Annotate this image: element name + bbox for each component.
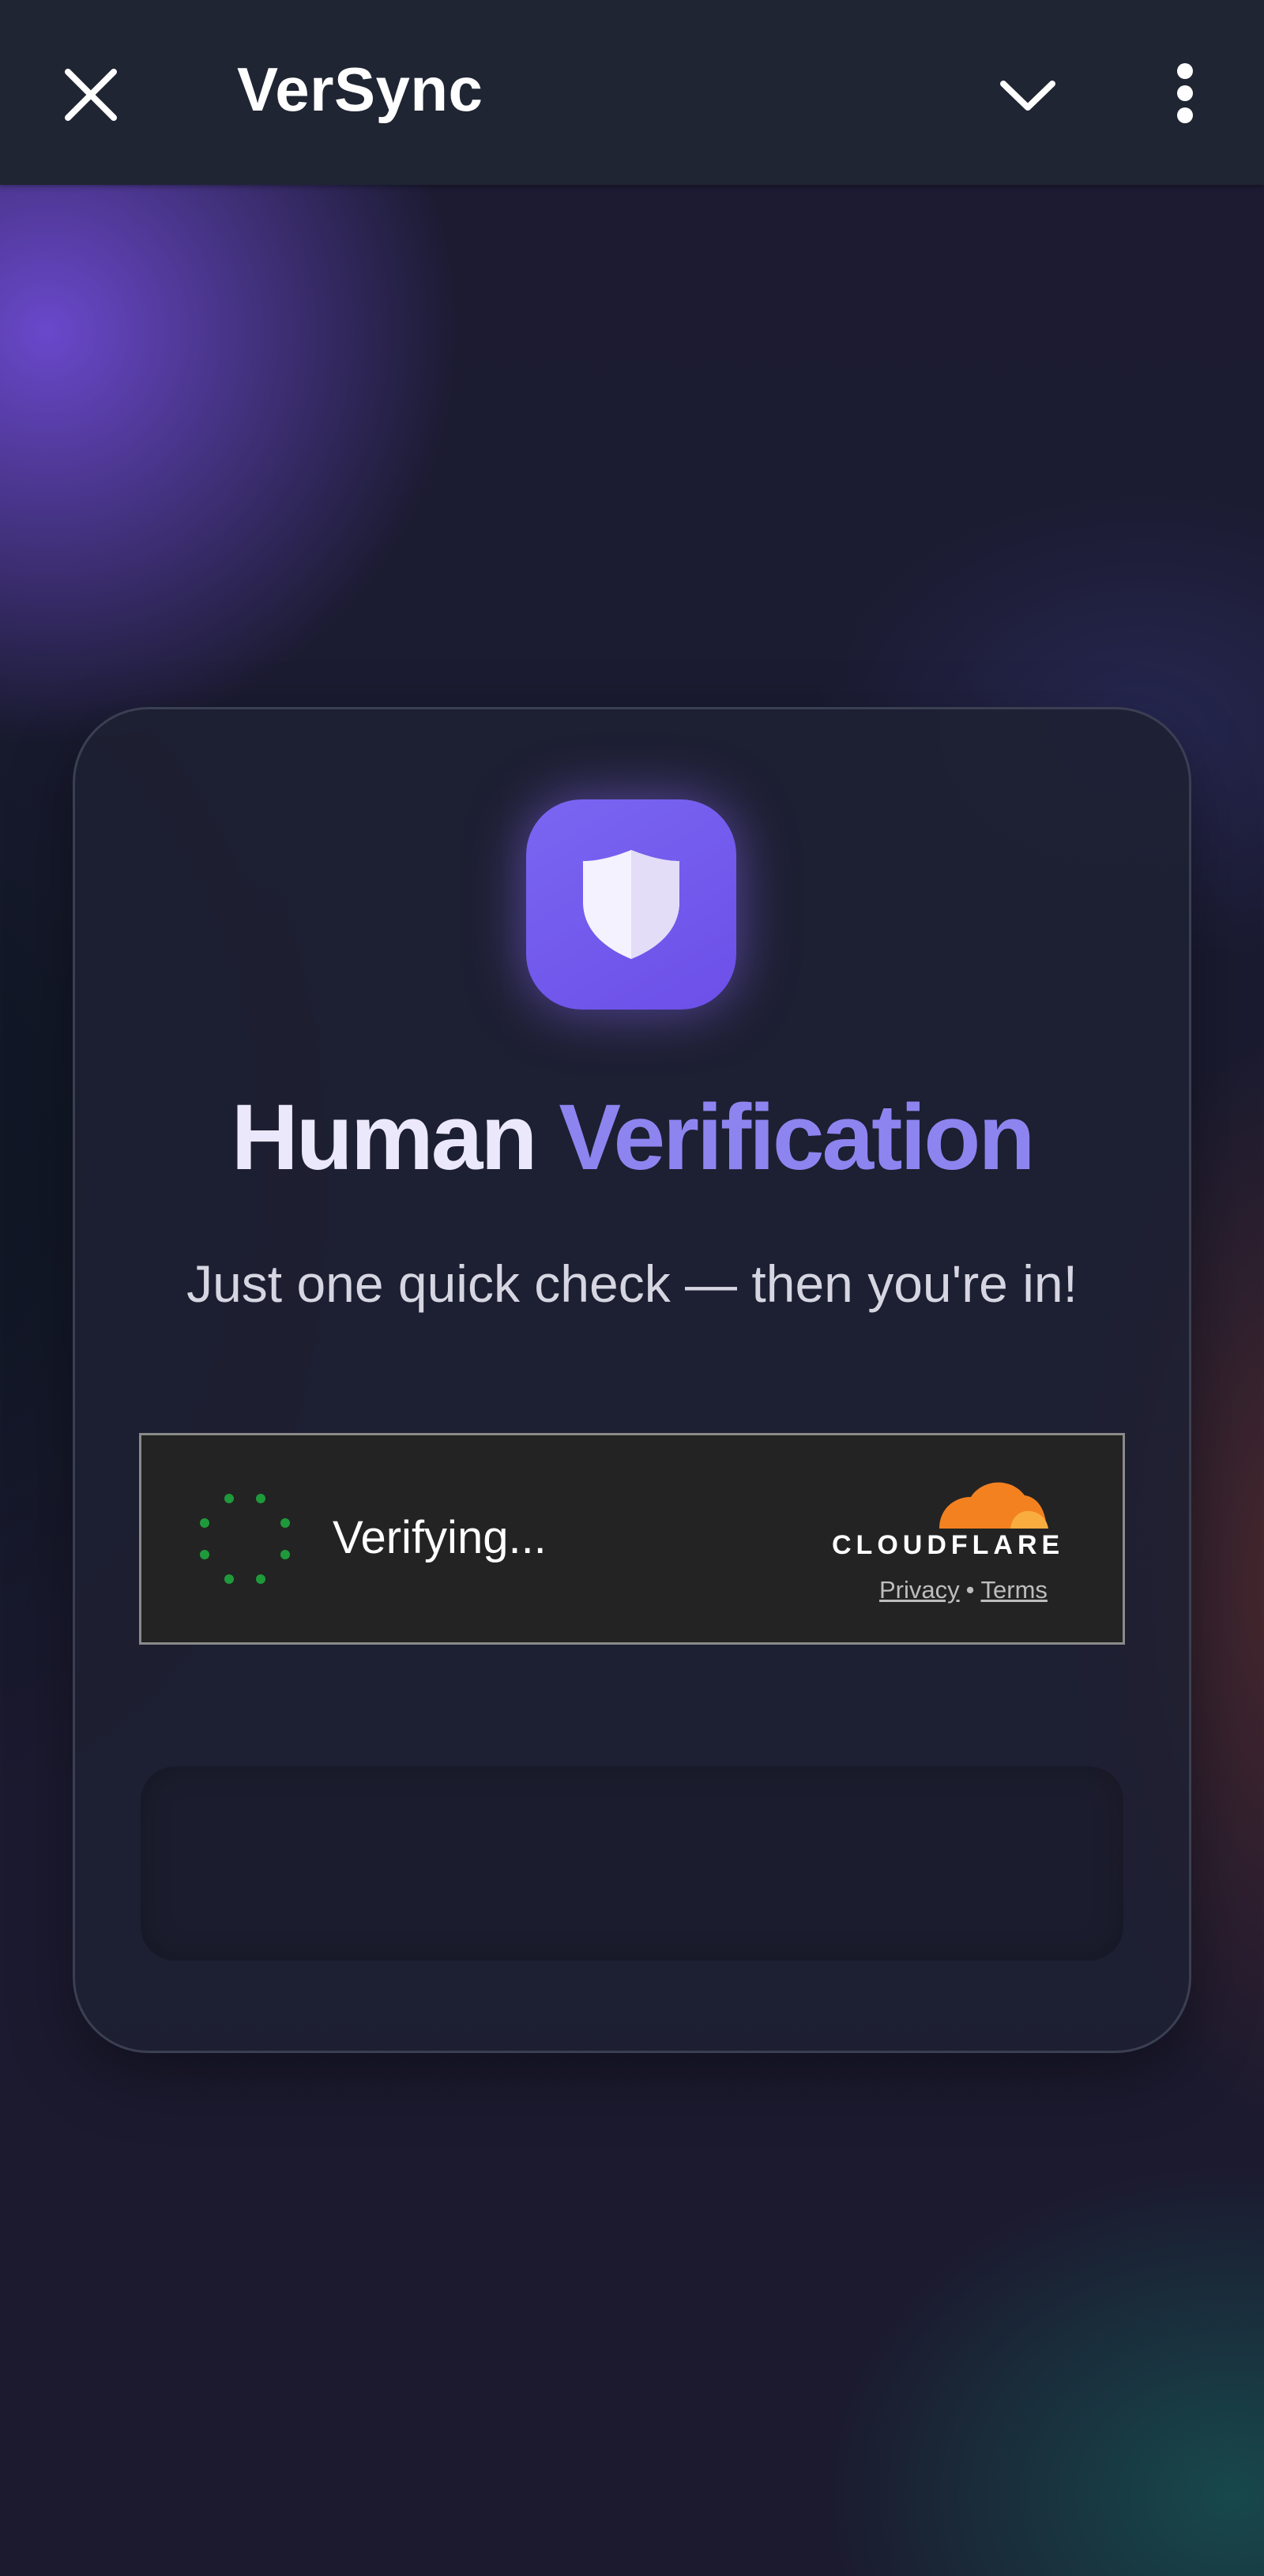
heading-word-verification: Verification: [559, 1085, 1035, 1190]
shield-icon: [583, 850, 679, 959]
cloudflare-wordmark: CLOUDFLARE: [832, 1530, 1065, 1560]
spinner-dot: [256, 1574, 265, 1584]
cloudflare-cloud-icon: [939, 1482, 1048, 1529]
app-title: VerSync: [237, 55, 483, 124]
privacy-link[interactable]: Privacy: [879, 1576, 960, 1604]
more-options-button[interactable]: [1146, 57, 1224, 136]
shield-badge: [526, 799, 736, 1010]
close-button[interactable]: [55, 59, 126, 130]
cloudflare-turnstile-widget[interactable]: Verifying... CLOUDFLARE Privacy • Terms: [139, 1433, 1125, 1645]
link-separator: •: [965, 1576, 975, 1604]
more-vertical-icon: [1177, 63, 1193, 123]
page-subtitle: Just one quick check — then you're in!: [186, 1254, 1078, 1313]
app-bar: VerSync: [0, 0, 1264, 185]
verification-status: Verifying...: [333, 1512, 547, 1563]
close-icon: [65, 69, 117, 121]
heading-word-human: Human: [231, 1085, 538, 1190]
expand-button[interactable]: [992, 60, 1063, 131]
spinner-dot: [280, 1518, 290, 1528]
spinner-dot: [224, 1574, 234, 1584]
spinner-dot: [280, 1550, 290, 1559]
spinner-dot: [200, 1550, 209, 1559]
spinner-dot: [224, 1494, 234, 1503]
cloudflare-links: Privacy • Terms: [879, 1576, 1048, 1604]
terms-link[interactable]: Terms: [981, 1576, 1048, 1604]
page-heading: Human Verification: [0, 1082, 1264, 1193]
loading-spinner-icon: [194, 1487, 296, 1590]
page: VerSync Human Verification Just one quic…: [0, 0, 1264, 2576]
chevron-down-icon: [1000, 81, 1055, 111]
spinner-dot: [200, 1518, 209, 1528]
content-placeholder: [141, 1766, 1123, 1961]
spinner-dot: [256, 1494, 265, 1503]
